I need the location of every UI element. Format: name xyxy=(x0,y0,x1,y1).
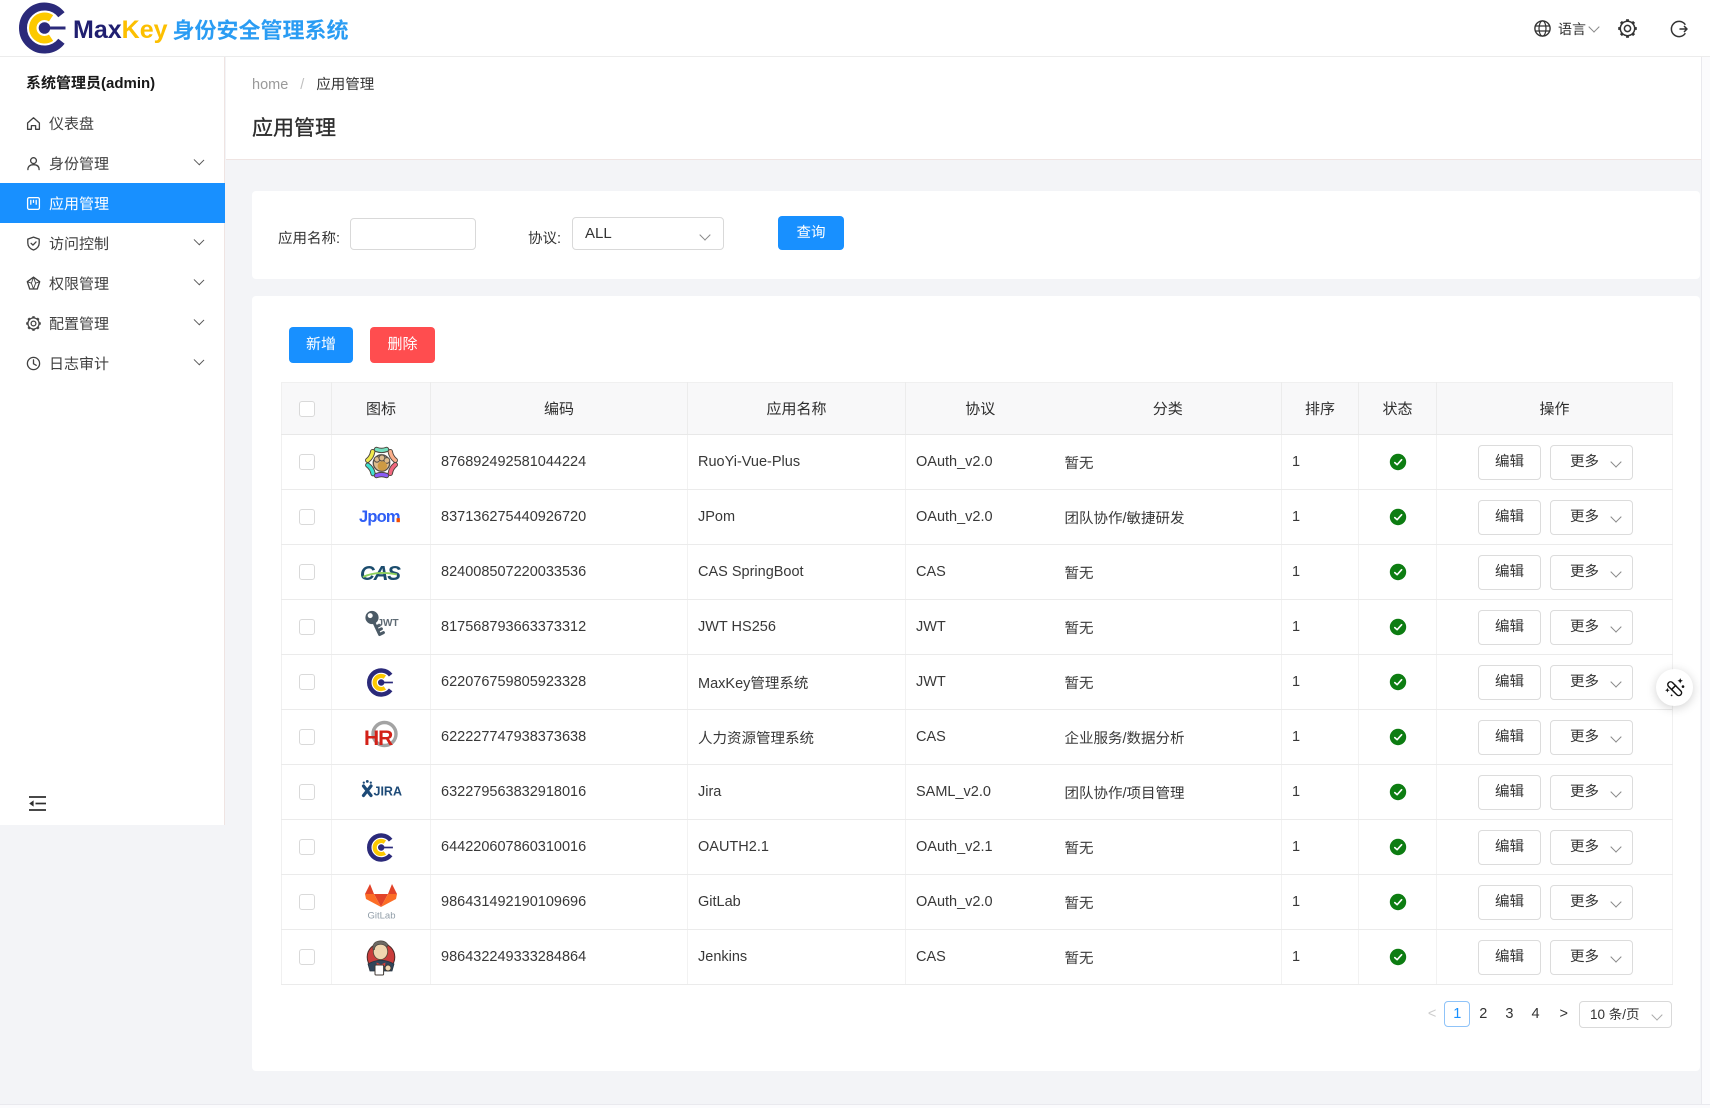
svg-text:JWT: JWT xyxy=(378,618,399,629)
svg-text:JIRA: JIRA xyxy=(374,785,402,799)
svg-text:HR: HR xyxy=(364,727,393,750)
svg-text:Jpom: Jpom xyxy=(359,508,400,526)
svg-text:GitLab: GitLab xyxy=(368,911,396,922)
